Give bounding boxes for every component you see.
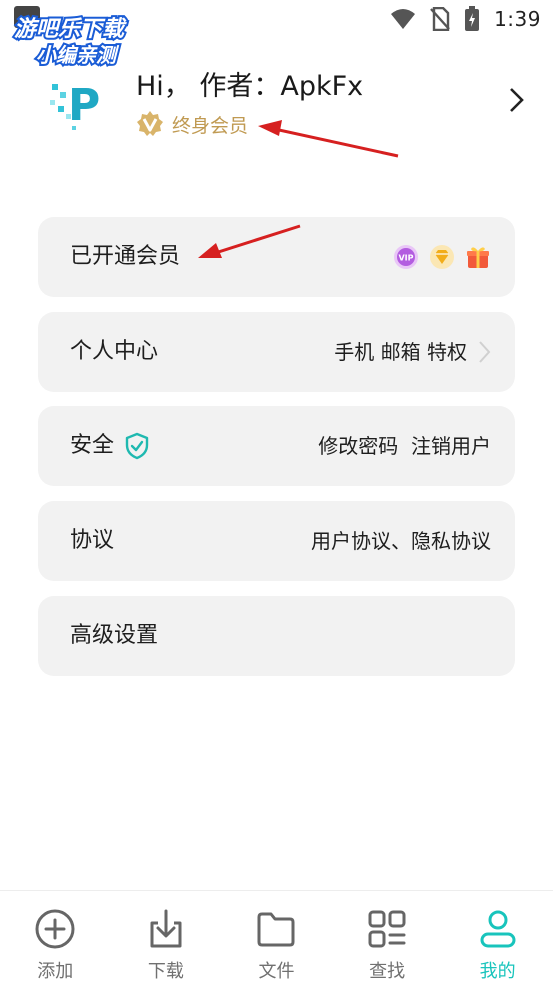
vip-badge-icon	[137, 111, 163, 136]
card-advanced-settings[interactable]: 高级设置	[38, 596, 515, 676]
tab-mine-label: 我的	[479, 961, 516, 982]
tab-search[interactable]: 查找	[332, 891, 443, 983]
wifi-icon	[391, 9, 416, 29]
card-agreement-label: 协议	[70, 528, 115, 553]
download-icon	[150, 909, 182, 948]
card-personal-detail: 手机 邮箱 特权	[334, 340, 467, 364]
gift-icon	[467, 247, 489, 268]
shield-check-icon	[125, 432, 149, 460]
diamond-icon	[430, 245, 454, 269]
clock: 1:39	[494, 7, 541, 31]
annotation-arrows	[198, 120, 399, 258]
annotation-arrow-membership	[258, 120, 399, 158]
tab-files[interactable]: 文件	[221, 891, 332, 983]
card-personal-center[interactable]: 个人中心 手机 邮箱 特权	[38, 312, 515, 392]
card-personal-label: 个人中心	[70, 339, 159, 364]
card-security-detail: 修改密码 注销用户	[318, 434, 491, 458]
tab-add[interactable]: 添加	[0, 891, 111, 983]
watermark-logo: 游吧乐下载 小编亲测	[12, 15, 129, 68]
tab-add-label: 添加	[37, 961, 74, 982]
tab-search-label: 查找	[369, 961, 406, 982]
tab-download-label: 下载	[147, 961, 184, 982]
battery-charging-icon	[465, 6, 480, 31]
tab-files-label: 文件	[258, 961, 295, 982]
card-membership-label: 已开通会员	[70, 244, 181, 269]
watermark-line2: 小编亲测	[36, 43, 120, 67]
card-agreement-detail: 用户协议、隐私协议	[311, 529, 491, 553]
watermark-line1: 游吧乐下载	[14, 17, 127, 42]
chevron-right-icon	[479, 341, 491, 363]
card-advanced-label: 高级设置	[70, 623, 159, 648]
card-security[interactable]: 安全 修改密码 注销用户	[38, 406, 515, 486]
vip-icon: VIP	[394, 245, 418, 269]
card-security-label: 安全	[70, 433, 115, 458]
card-agreement[interactable]: 协议 用户协议、隐私协议	[38, 501, 515, 581]
folder-icon	[257, 912, 295, 947]
user-icon	[480, 910, 516, 948]
app-screen: 1:39 游吧乐下载 小编亲测 P Hi， 作者：ApkFx 终身会员 已开通会…	[0, 0, 553, 983]
svg-text:VIP: VIP	[398, 254, 413, 263]
membership-badges: VIP	[393, 217, 491, 297]
tab-mine[interactable]: 我的	[442, 891, 553, 983]
grid-search-icon	[368, 910, 406, 948]
logo-letter: P	[68, 80, 100, 131]
tab-download[interactable]: 下载	[111, 891, 222, 983]
no-sim-icon	[430, 7, 450, 31]
greeting: Hi， 作者：ApkFx	[136, 71, 364, 102]
membership-label: 终身会员	[172, 114, 249, 137]
plus-circle-icon	[35, 909, 75, 949]
bottom-tab-bar: 添加 下载 文件 查找 我的	[0, 890, 553, 983]
membership-status: 终身会员	[136, 110, 248, 138]
card-membership[interactable]: 已开通会员 VIP	[38, 217, 515, 297]
app-logo: P	[50, 80, 100, 131]
profile-chevron-right-icon[interactable]	[506, 86, 528, 114]
